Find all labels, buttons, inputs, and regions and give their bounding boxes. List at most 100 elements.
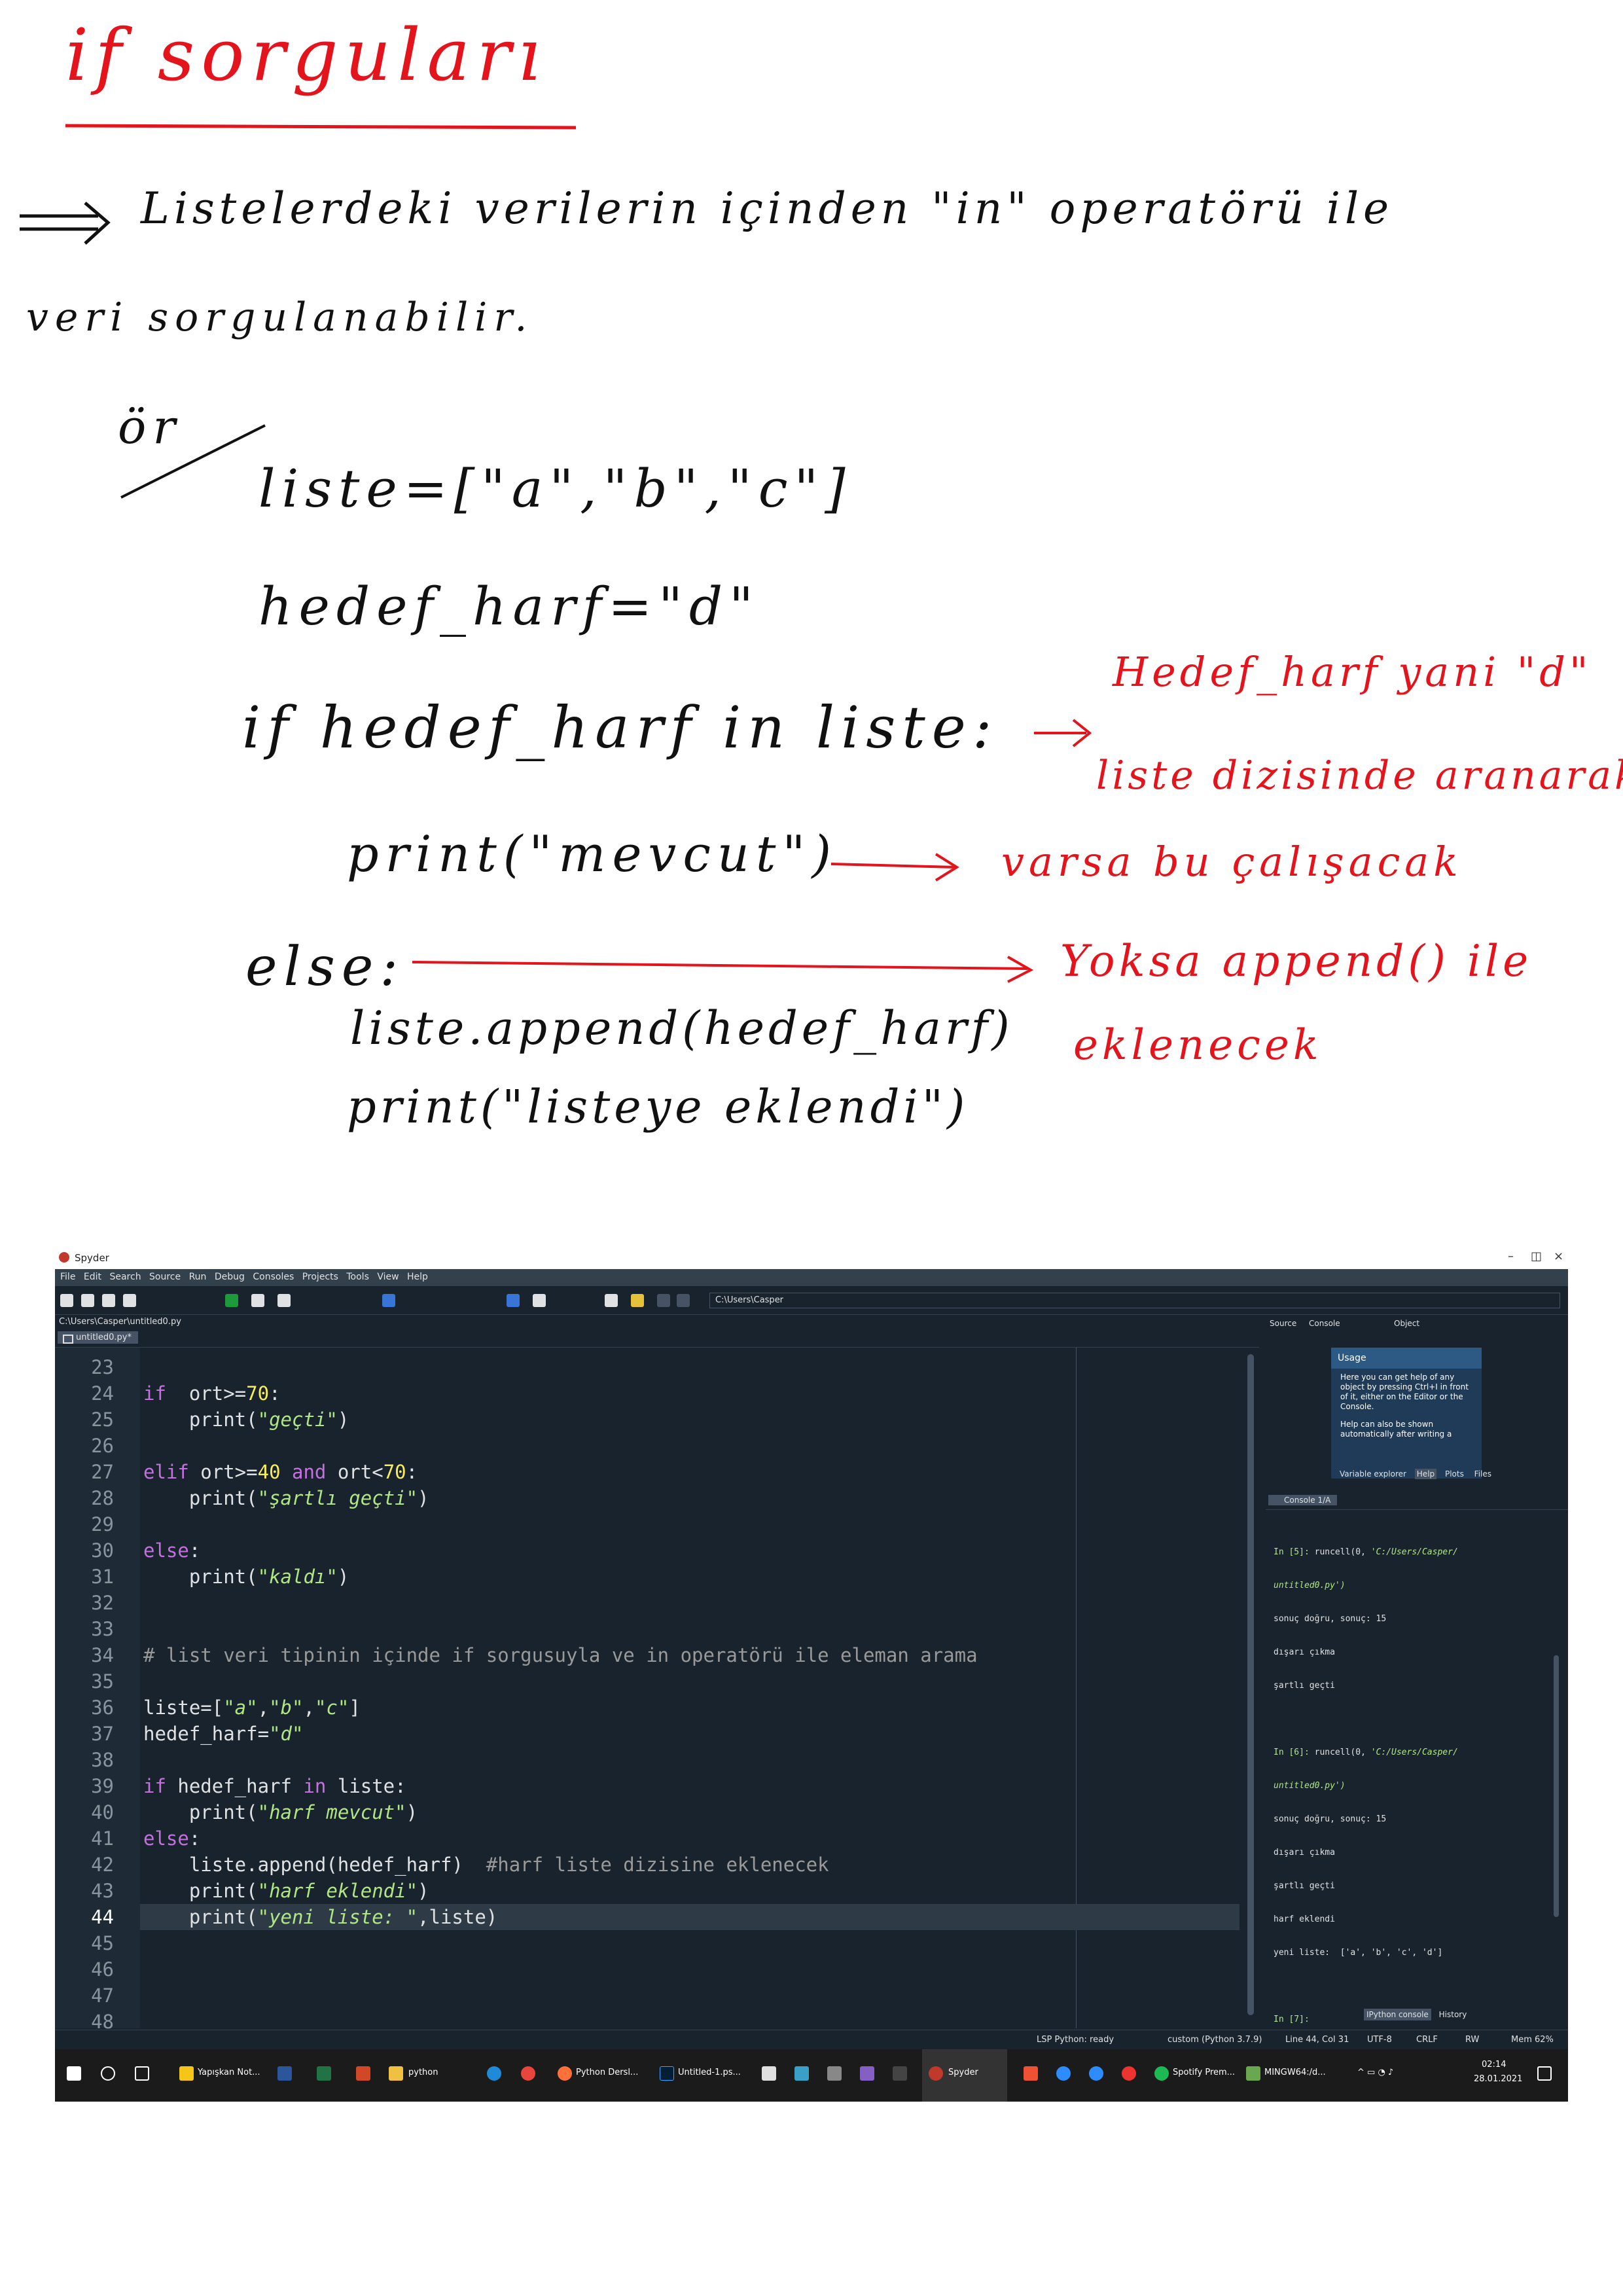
help-usage-text: Help can also be shown automatically aft… (1340, 1420, 1452, 1439)
tray-icons[interactable]: ^ ▭ ◔ ♪ (1357, 2068, 1393, 2077)
menu-help[interactable]: Help (407, 1272, 428, 1282)
console-scrollbar[interactable] (1554, 1655, 1559, 1917)
settings-wrench-icon[interactable] (605, 1294, 618, 1307)
sticky-notes-icon[interactable] (179, 2066, 194, 2081)
word-icon[interactable] (277, 2066, 292, 2081)
app-icon[interactable] (1056, 2066, 1071, 2081)
photoshop-icon[interactable] (660, 2066, 674, 2081)
help-source-select[interactable]: Console (1309, 1319, 1340, 1328)
taskbar-item-python-folder[interactable]: python (408, 2068, 438, 2077)
run-icon[interactable] (225, 1294, 238, 1307)
status-mode: RW (1465, 2035, 1480, 2045)
menu-search[interactable]: Search (109, 1272, 141, 1282)
tab-console[interactable]: Console 1/A (1268, 1495, 1338, 1505)
menu-debug[interactable]: Debug (215, 1272, 245, 1282)
console-tab-bar: Console 1/A (1266, 1492, 1568, 1510)
code-line: 33 (91, 1618, 114, 1640)
back-arrow-icon[interactable] (657, 1294, 670, 1307)
spotify-icon[interactable] (1154, 2066, 1169, 2081)
taskbar-item-mingw[interactable]: MINGW64:/d... (1264, 2068, 1326, 2077)
spyder-taskbar-icon[interactable] (929, 2066, 943, 2081)
help-object-label: Object (1394, 1319, 1420, 1328)
excel-icon[interactable] (317, 2066, 331, 2081)
tab-history[interactable]: History (1436, 2009, 1470, 2020)
maximize-icon[interactable]: ◫ (1531, 1249, 1542, 1263)
save-all-icon[interactable] (123, 1294, 136, 1307)
console-line: sonuç doğru, sonuç: 15 (1274, 1614, 1387, 1624)
mingw-icon[interactable] (1246, 2066, 1260, 2081)
app-icon[interactable] (794, 2066, 809, 2081)
minimize-icon[interactable]: – (1508, 1249, 1514, 1263)
working-directory-input[interactable]: C:\Users\Casper (709, 1293, 1560, 1308)
new-file-icon[interactable] (60, 1294, 73, 1307)
code-line: 34 # list veri tipinin içinde if sorgusuy… (91, 1644, 978, 1666)
title-bar: Spyder – ◫ × (55, 1247, 1568, 1269)
powerpoint-icon[interactable] (356, 2066, 370, 2081)
code-line: 43 print("harf eklendi") (91, 1880, 429, 1902)
run-cell-advance-icon[interactable] (277, 1294, 291, 1307)
close-icon[interactable]: × (1554, 1249, 1563, 1263)
forward-arrow-icon[interactable] (677, 1294, 690, 1307)
code-line: 38 (91, 1749, 114, 1771)
taskbar-item-sticky-notes[interactable]: Yapışkan Not... (198, 2068, 260, 2077)
tab-ipython-console[interactable]: IPython console (1364, 2009, 1431, 2020)
debug-icon[interactable] (382, 1294, 395, 1307)
code-line: 23 (91, 1356, 114, 1378)
status-encoding: UTF-8 (1367, 2035, 1392, 2045)
code-line: 32 (91, 1592, 114, 1614)
notes-example-label: ör (118, 399, 182, 454)
record-icon[interactable] (1122, 2066, 1136, 2081)
chrome-icon[interactable] (521, 2066, 535, 2081)
tab-files[interactable]: Files (1472, 1469, 1493, 1479)
menu-projects[interactable]: Projects (302, 1272, 338, 1282)
firefox-icon[interactable] (558, 2066, 572, 2081)
zoom-icon[interactable] (1089, 2066, 1103, 2081)
code-line: 39 if hedef_harf in liste: (91, 1775, 406, 1797)
menu-run[interactable]: Run (189, 1272, 207, 1282)
tab-plots[interactable]: Plots (1443, 1469, 1466, 1479)
tab-help[interactable]: Help (1414, 1469, 1437, 1479)
tools-icon[interactable] (827, 2066, 842, 2081)
right-pane: Source Console Object Usage Here you can… (1266, 1315, 1568, 2030)
menu-file[interactable]: File (60, 1272, 75, 1282)
code-line: 26 (91, 1435, 114, 1457)
clock-time[interactable]: 02:14 (1482, 2060, 1506, 2070)
taskbar-item-photoshop[interactable]: Untitled-1.ps... (678, 2068, 741, 2077)
notes-code-line: liste=["a","b","c"] (259, 458, 852, 519)
code-editor[interactable]: 23 24 if ort>=70: 25 print("geçti") 26 27… (55, 1348, 1259, 2033)
console-line: untitled0.py') (1274, 1781, 1346, 1791)
task-view-icon[interactable] (135, 2066, 149, 2081)
notes-code-line: print("listeye eklendi") (347, 1080, 969, 1134)
visual-studio-icon[interactable] (860, 2066, 874, 2081)
notification-icon[interactable] (1537, 2066, 1552, 2081)
open-file-icon[interactable] (81, 1294, 94, 1307)
taskbar-item-firefox[interactable]: Python Dersl... (576, 2068, 638, 2077)
tab-variable-explorer[interactable]: Variable explorer (1338, 1469, 1408, 1479)
folder-icon[interactable] (389, 2066, 403, 2081)
menu-edit[interactable]: Edit (84, 1272, 101, 1282)
ipython-console[interactable]: In [5]: runcell(0, 'C:/Users/Casper/ unt… (1274, 1524, 1548, 2047)
menu-source[interactable]: Source (149, 1272, 181, 1282)
console-bottom-tabs: IPython console History (1364, 2009, 1472, 2020)
menu-consoles[interactable]: Consoles (253, 1272, 294, 1282)
run-cell-icon[interactable] (251, 1294, 264, 1307)
taskbar-item-spotify[interactable]: Spotify Prem... (1173, 2068, 1235, 2077)
save-icon[interactable] (102, 1294, 115, 1307)
terminal-icon[interactable] (893, 2066, 907, 2081)
menu-view[interactable]: View (377, 1272, 399, 1282)
tab-untitled0[interactable]: untitled0.py* (58, 1331, 138, 1344)
taskbar-item-spyder[interactable]: Spyder (948, 2068, 978, 2077)
python-path-icon[interactable] (631, 1294, 644, 1307)
acrobat-icon[interactable] (762, 2066, 776, 2081)
clock-date[interactable]: 28.01.2021 (1474, 2074, 1522, 2084)
maximize-pane-icon[interactable] (533, 1294, 546, 1307)
search-icon[interactable] (101, 2066, 115, 2081)
editor-scrollbar[interactable] (1247, 1354, 1254, 2015)
menu-tools[interactable]: Tools (346, 1272, 369, 1282)
windows-start-icon[interactable] (67, 2066, 81, 2081)
notes-annotation: varsa bu çalışacak (1001, 838, 1463, 886)
edge-icon[interactable] (487, 2066, 501, 2081)
git-icon[interactable] (1024, 2066, 1038, 2081)
stop-icon[interactable] (507, 1294, 520, 1307)
code-line: 28 print("şartlı geçti") (91, 1487, 429, 1509)
